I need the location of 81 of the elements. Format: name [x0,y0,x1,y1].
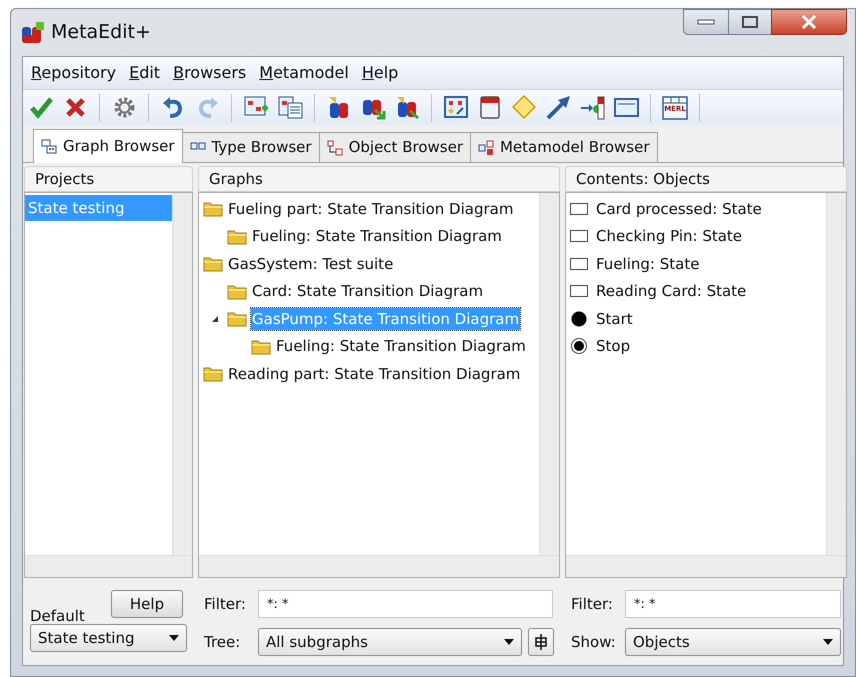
folder-icon [227,282,247,300]
tree-item[interactable]: Fueling: State Transition Diagram [251,225,503,248]
window-icon [614,95,638,120]
diagram-icon [41,138,57,154]
logo-arrows-icon [394,95,420,120]
field-label: Filter: [204,594,247,615]
folder-icon [203,255,223,272]
tree-item[interactable]: Fueling: State Transition Diagram [275,335,527,358]
tree-item[interactable]: Reading part: State Transition Diagram [227,362,522,385]
merl-icon [662,96,688,120]
column-header: Contents: Objects [565,166,847,192]
maximize-icon [742,16,758,28]
tab[interactable]: Graph Browser [33,129,183,163]
tree-item[interactable]: Fueling part: State Transition Diagram [227,198,514,220]
app-logo-icon [21,20,45,44]
diamond-icon [512,95,536,120]
field-label: Show: [571,632,617,653]
dropdown[interactable]: Objects [625,628,841,656]
gear-icon [112,95,136,120]
dropdown-arrow-icon [504,639,514,645]
minimize-button[interactable] [683,9,729,35]
field-label: Filter: [571,594,614,615]
filter-field[interactable]: *: * [258,590,553,618]
vertical-scrollbar[interactable] [539,193,559,555]
dropdown-arrow-icon [169,635,179,641]
diagram-type-icon [444,95,468,120]
dropdown[interactable]: All subgraphs [258,628,522,656]
column-header: Graphs [198,166,560,192]
help-button[interactable]: Help [111,590,183,618]
filled-circle-icon [570,310,588,327]
diagram-list-icon [278,95,302,120]
check-icon [28,95,54,120]
bullseye-icon [570,338,588,354]
tree-options-button[interactable] [528,628,554,656]
object-type-icon [478,95,502,120]
tab[interactable]: Metamodel Browser [470,132,658,162]
column-header: Projects [24,166,193,192]
object-item[interactable]: Reading Card: State [596,280,746,302]
rectangle-icon [570,228,588,244]
menu-item[interactable]: Metamodel [259,61,349,85]
object-item[interactable]: Fueling: State [596,252,700,275]
folder-icon [203,365,223,382]
object-item[interactable]: Card processed: State [596,198,762,220]
port-icon [580,95,604,120]
object-item[interactable]: Start [596,308,633,330]
horizontal-scrollbar[interactable] [566,555,846,577]
maximize-button[interactable] [729,9,771,35]
rectangle-icon [570,256,588,272]
menu-item[interactable]: Browsers [173,61,246,85]
vertical-scrollbar[interactable] [172,193,192,555]
folder-icon [227,310,247,328]
crosshair-box-icon [534,634,548,650]
close-icon [801,15,817,29]
boxes-icon [478,140,494,156]
dropdown-arrow-icon [823,639,833,645]
folder-icon [227,228,247,245]
object-item[interactable]: Stop [596,335,630,358]
tab[interactable]: Object Browser [318,132,471,162]
object-item[interactable]: Checking Pin: State [596,225,742,248]
window-title: MetaEdit+ [51,20,151,46]
menu-item[interactable]: Help [362,61,398,85]
rectangle-icon [570,283,588,300]
folder-icon [203,200,223,218]
close-button[interactable] [771,9,847,35]
menu-item[interactable]: Edit [129,61,160,85]
folder-icon [251,338,271,355]
horizontal-scrollbar[interactable] [199,555,559,577]
vertical-scrollbar[interactable] [826,193,846,555]
default-label: Default [30,608,85,624]
menu-item[interactable]: Repository [31,61,116,85]
arrow-icon [546,95,570,120]
tab[interactable]: Type Browser [182,132,320,162]
tree-item[interactable]: Card: State Transition Diagram [251,280,484,302]
field-label: Tree: [204,632,242,653]
minimize-icon [697,19,715,25]
rectangle-icon [570,200,588,217]
horizontal-scrollbar[interactable] [25,555,192,577]
filter-field[interactable]: *: * [625,590,841,618]
dropdown[interactable]: State testing [30,624,187,652]
linked-boxes-icon [326,140,343,156]
tree-item[interactable]: GasSystem: Test suite [227,252,394,275]
